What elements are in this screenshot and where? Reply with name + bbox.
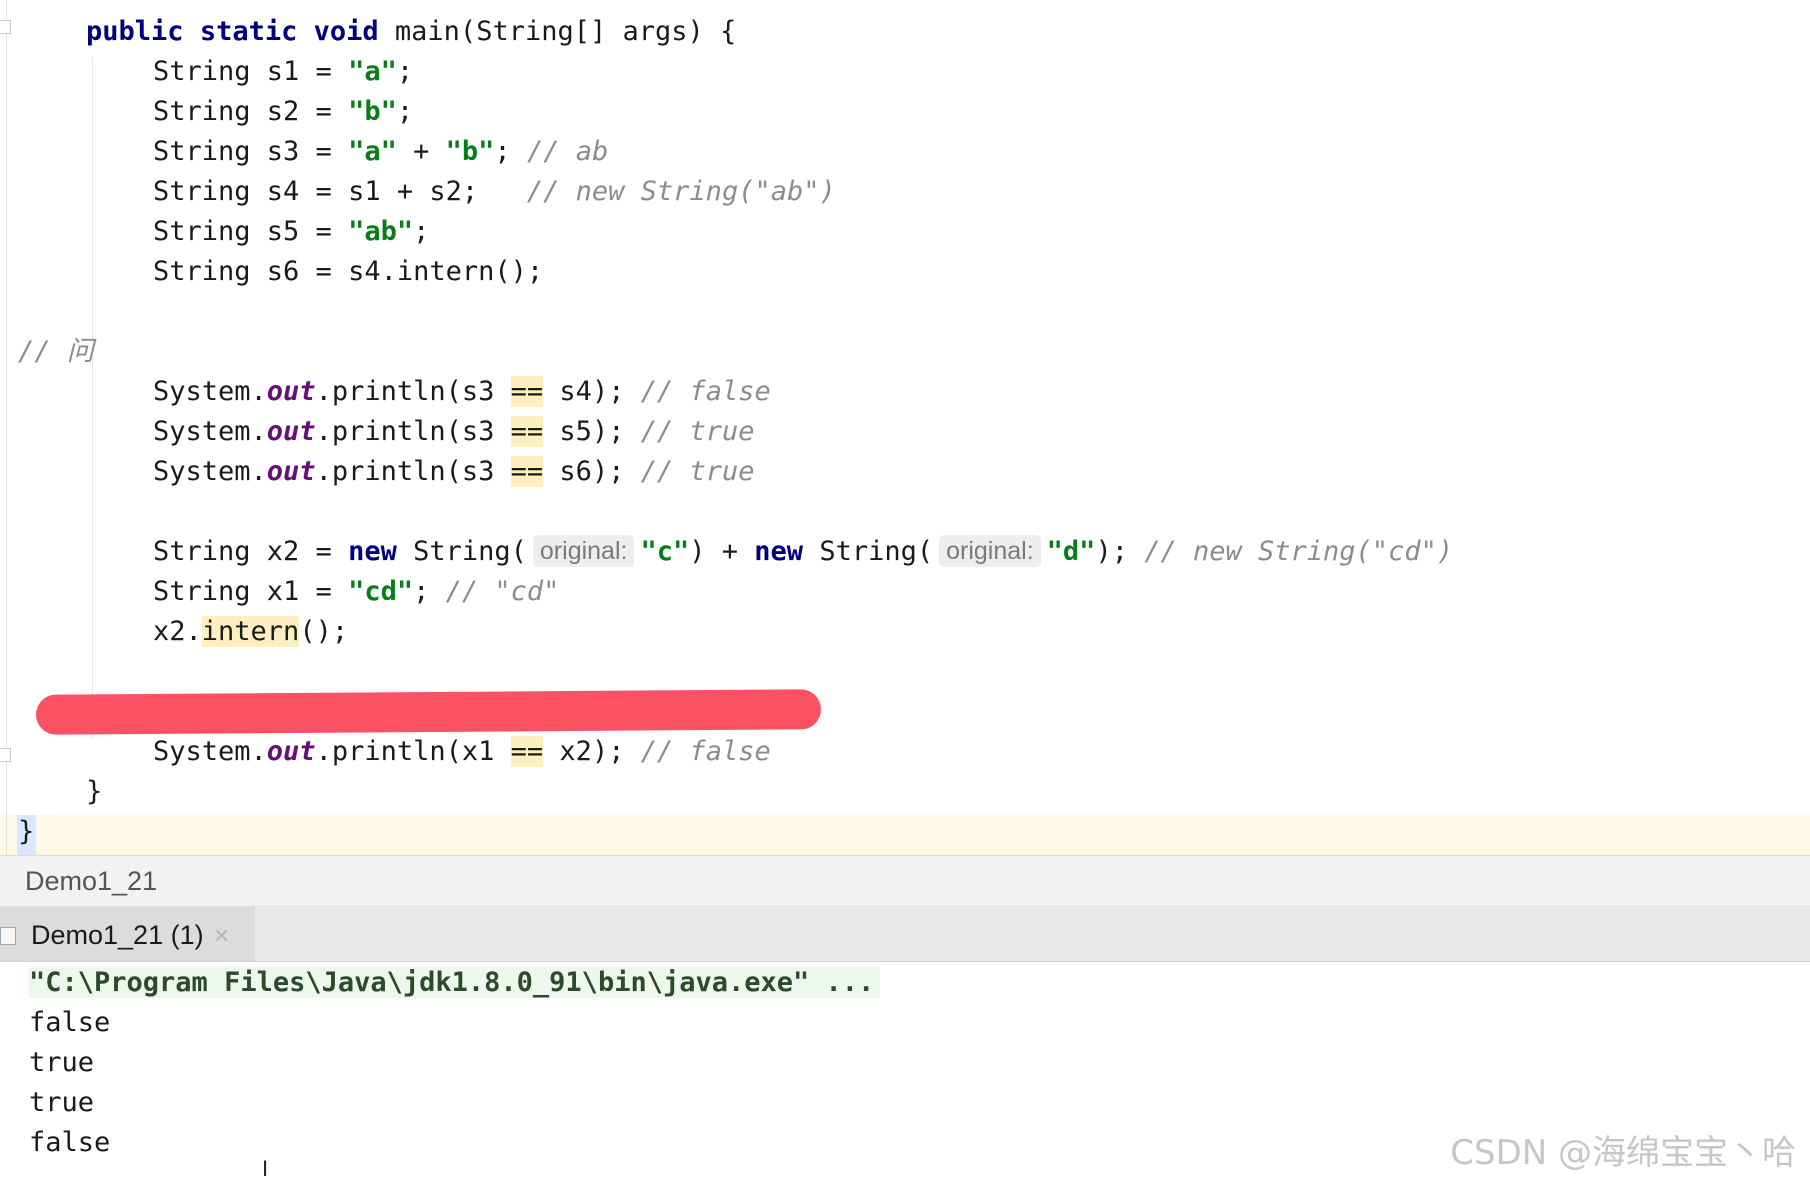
fold-marker-icon[interactable] [0,20,11,34]
code-line-4: String s3 = "a" + "b"; // ab [153,136,609,167]
console-line: false [29,1127,111,1158]
code-line-2: String s1 = "a"; [153,56,414,87]
console-icon [0,927,16,945]
code-line-x2: String x2 = new String(original: "c") + n… [153,535,1454,567]
code-line-intern: x2.intern(); [153,616,349,647]
code-line-x1: String x1 = "cd"; // "cd" [153,576,560,607]
parameter-hint: original: [532,535,635,567]
code-line-println-3: System.out.println(s3 == s6); // true [153,456,755,487]
code-line-println-2: System.out.println(s3 == s5); // true [153,416,755,447]
java-command-line: "C:\Program Files\Java\jdk1.8.0_91\bin\j… [29,967,881,998]
console-line: true [29,1087,95,1118]
watermark: CSDN @海绵宝宝丶哈 [1450,1133,1796,1173]
fold-marker-icon[interactable] [0,748,11,762]
code-editor[interactable]: public static void main(String[] args) {… [0,0,1810,855]
console-line: false [29,1007,111,1038]
parameter-hint: original: [939,535,1041,567]
class-closing-brace: } [18,816,35,847]
code-line-6: String s5 = "ab"; [153,216,430,247]
console-line: true [29,1047,95,1078]
gutter-divider [6,0,7,855]
run-tool-window-header: Demo1_21 [0,855,1810,907]
method-closing-brace: } [86,776,103,807]
code-line-5: String s4 = s1 + s2; // new String("ab") [153,176,836,207]
run-tab[interactable]: Demo1_21 (1) × [0,907,255,961]
code-line-println-1: System.out.println(s3 == s4); // false [153,376,771,407]
run-tab-bar: Demo1_21 (1) × [0,907,1810,962]
indent-guide [92,58,93,738]
run-window-title: Demo1_21 [25,866,158,896]
close-icon[interactable]: × [214,920,229,951]
red-redaction-mark [35,689,822,735]
console-line: "C:\Program Files\Java\jdk1.8.0_91\bin\j… [29,963,881,1003]
code-line-3: String s2 = "b"; [153,96,414,127]
code-line-1: public static void main(String[] args) { [86,16,737,47]
run-tab-label: Demo1_21 (1) [31,920,204,950]
code-line-7: String s6 = s4.intern(); [153,256,544,287]
text-cursor-icon: I [262,1156,269,1181]
code-line-comment-question: // 问 [18,336,94,367]
code-line-println-4: System.out.println(x1 == x2); // false [153,736,771,767]
current-line-highlight [0,815,1810,855]
